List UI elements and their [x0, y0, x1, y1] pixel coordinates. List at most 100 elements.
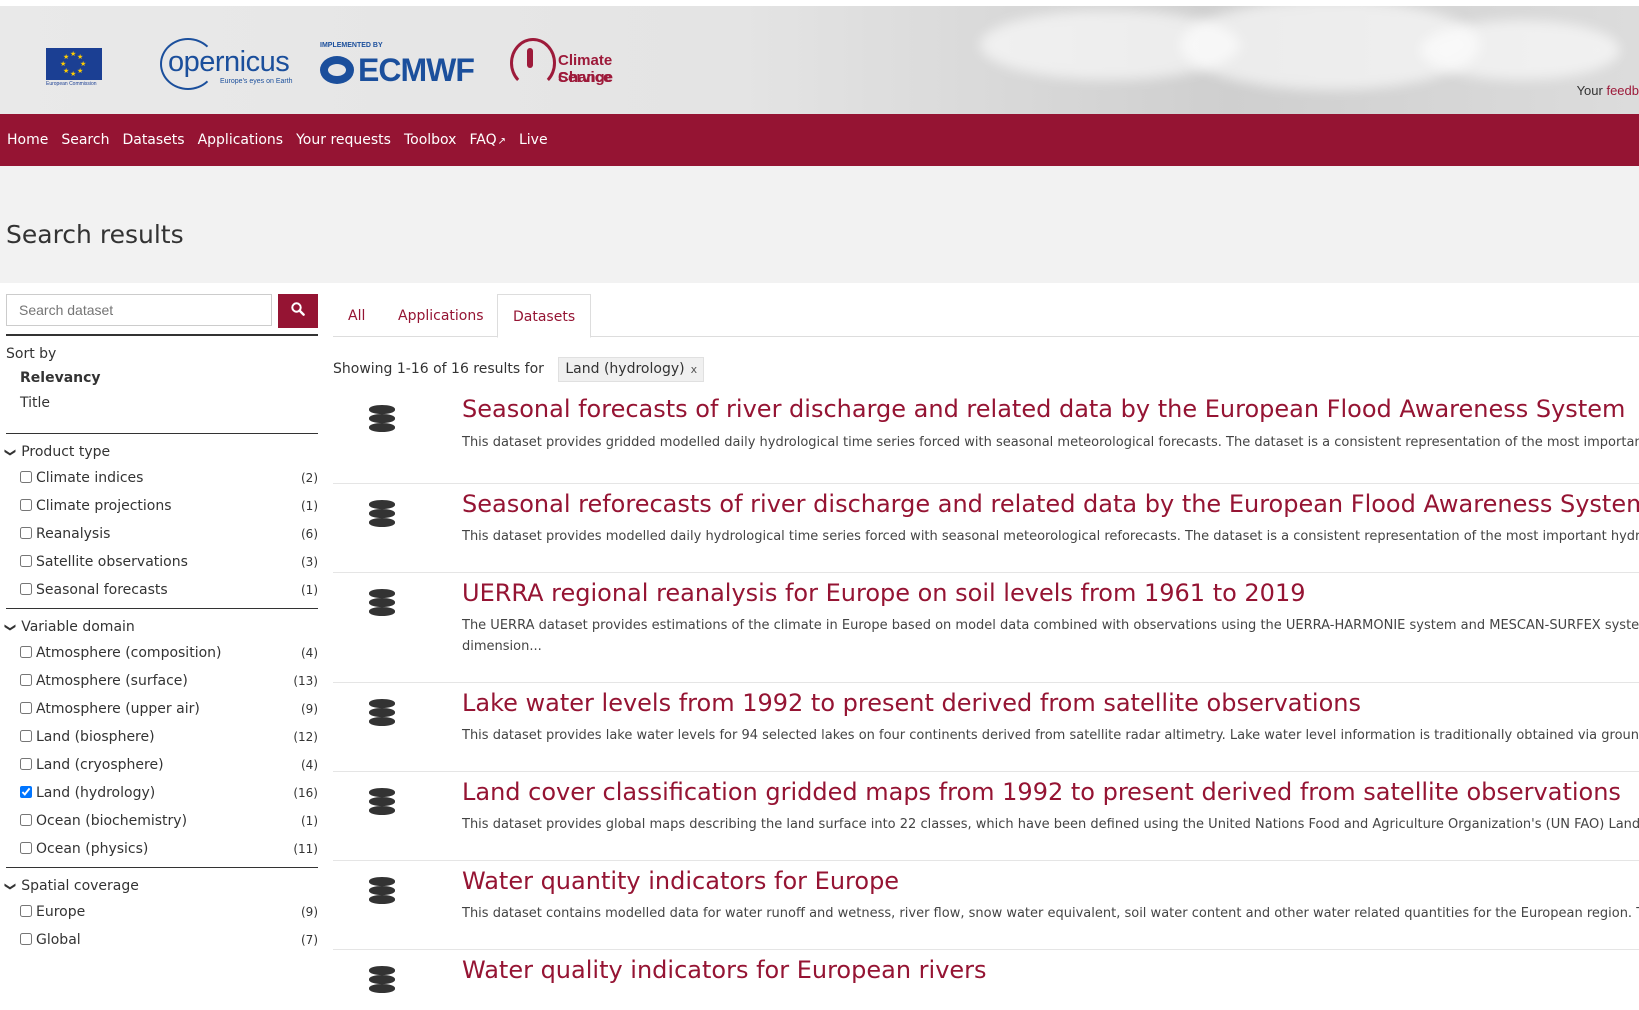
tab-all[interactable]: All	[348, 294, 365, 336]
european-commission-logo[interactable]: ★ ★ ★ ★ ★ ★ ★ ★ European Commission	[46, 48, 102, 94]
facet-label: Land (cryosphere)	[36, 757, 164, 773]
nav-live[interactable]: Live	[519, 114, 548, 168]
facet-item[interactable]: Europe (9)	[6, 902, 318, 930]
facet-label: Reanalysis	[36, 526, 111, 542]
search-icon	[291, 301, 305, 316]
facet-item[interactable]: Land (biosphere) (12)	[6, 727, 318, 755]
facet-title[interactable]: ❯ Product type	[4, 444, 318, 460]
ecmwf-logo[interactable]: IMPLEMENTED BY ECMWF	[320, 42, 490, 90]
facet-checkbox[interactable]	[20, 758, 32, 770]
dataset-search	[6, 294, 318, 328]
facet-item[interactable]: Seasonal forecasts (1)	[6, 580, 318, 608]
tab-applications[interactable]: Applications	[398, 294, 484, 336]
facet-item[interactable]: Climate indices (2)	[6, 468, 318, 496]
climate-change-service-logo[interactable]: Climate Change Service	[510, 38, 670, 90]
search-input[interactable]	[6, 294, 272, 326]
result-title[interactable]: UERRA regional reanalysis for Europe on …	[462, 579, 1306, 607]
facet-checkbox-checked[interactable]	[20, 786, 32, 798]
facet-item[interactable]: Ocean (physics) (11)	[6, 839, 318, 867]
facet-item[interactable]: Global (7)	[6, 930, 318, 958]
database-icon	[369, 966, 395, 998]
nav-home[interactable]: Home	[7, 114, 48, 168]
facet-checkbox[interactable]	[20, 583, 32, 595]
result-title[interactable]: Water quality indicators for European ri…	[462, 956, 987, 984]
facet-checkbox[interactable]	[20, 499, 32, 511]
filter-chip[interactable]: Land (hydrology) x	[558, 357, 705, 382]
result-item: Lake water levels from 1992 to present d…	[333, 683, 1639, 772]
nav-datasets[interactable]: Datasets	[122, 114, 184, 168]
ecmwf-wordmark: ECMWF	[358, 52, 475, 88]
header-banner: ★ ★ ★ ★ ★ ★ ★ ★ European Commission opernicus…	[0, 0, 1639, 114]
result-title[interactable]: Seasonal forecasts of river discharge an…	[462, 395, 1625, 423]
facet-checkbox[interactable]	[20, 905, 32, 917]
facet-count: (16)	[293, 786, 318, 800]
thermometer-icon	[527, 48, 533, 68]
facet-item-land-hydrology[interactable]: Land (hydrology) (16)	[6, 783, 318, 811]
facet-count: (9)	[301, 702, 318, 716]
facet-count: (13)	[293, 674, 318, 688]
nav-applications[interactable]: Applications	[198, 114, 284, 168]
facet-label: Seasonal forecasts	[36, 582, 168, 598]
results-list: Seasonal forecasts of river discharge an…	[333, 395, 1639, 1010]
facet-item[interactable]: Reanalysis (6)	[6, 524, 318, 552]
sort-by-label: Sort by	[6, 346, 57, 362]
result-title[interactable]: Land cover classification gridded maps f…	[462, 778, 1621, 806]
result-description: This dataset provides gridded modelled d…	[462, 435, 1639, 450]
facet-count: (3)	[301, 555, 318, 569]
facet-label: Ocean (biochemistry)	[36, 813, 188, 829]
facet-title[interactable]: ❯ Variable domain	[4, 619, 318, 635]
facet-checkbox[interactable]	[20, 842, 32, 854]
search-button[interactable]	[278, 294, 318, 328]
nav-faq[interactable]: FAQ↗	[469, 114, 506, 168]
nav-search[interactable]: Search	[61, 114, 109, 168]
result-title[interactable]: Water quantity indicators for Europe	[462, 867, 899, 895]
facet-checkbox[interactable]	[20, 674, 32, 686]
facet-count: (12)	[293, 730, 318, 744]
facet-item[interactable]: Ocean (biochemistry) (1)	[6, 811, 318, 839]
sort-relevancy[interactable]: Relevancy	[6, 370, 318, 386]
facet-spatial-coverage: ❯ Spatial coverage Europe (9) Global (7)	[4, 878, 318, 958]
facet-item[interactable]: Land (cryosphere) (4)	[6, 755, 318, 783]
divider	[6, 334, 318, 336]
facet-item[interactable]: Atmosphere (upper air) (9)	[6, 699, 318, 727]
result-title[interactable]: Lake water levels from 1992 to present d…	[462, 689, 1361, 717]
result-item: UERRA regional reanalysis for Europe on …	[333, 573, 1639, 683]
external-link-icon: ↗	[497, 136, 506, 147]
facet-item[interactable]: Satellite observations (3)	[6, 552, 318, 580]
facet-label: Climate projections	[36, 498, 172, 514]
facet-checkbox[interactable]	[20, 814, 32, 826]
facet-checkbox[interactable]	[20, 702, 32, 714]
facet-checkbox[interactable]	[20, 730, 32, 742]
facet-variable-domain: ❯ Variable domain Atmosphere (composition…	[4, 619, 318, 867]
facet-title[interactable]: ❯ Spatial coverage	[4, 878, 318, 894]
cloud-decoration	[1420, 20, 1620, 80]
facet-checkbox[interactable]	[20, 646, 32, 658]
facet-item[interactable]: Atmosphere (surface) (13)	[6, 671, 318, 699]
result-item: Seasonal reforecasts of river discharge …	[333, 484, 1639, 573]
facet-item[interactable]: Climate projections (1)	[6, 496, 318, 524]
database-icon	[369, 500, 395, 532]
copernicus-logo[interactable]: opernicus Europe's eyes on Earth	[160, 38, 300, 90]
close-icon[interactable]: x	[691, 363, 698, 376]
c3s-mark-icon	[510, 38, 556, 88]
feedback-link[interactable]: feedb	[1606, 83, 1639, 98]
database-icon	[369, 877, 395, 909]
chevron-down-icon: ❯	[4, 622, 18, 633]
database-icon	[369, 589, 395, 621]
facet-checkbox[interactable]	[20, 471, 32, 483]
feedback-text: Your feedb	[1577, 83, 1639, 98]
facet-checkbox[interactable]	[20, 527, 32, 539]
facet-count: (1)	[301, 583, 318, 597]
result-tabs: All Applications Datasets	[333, 294, 1639, 338]
facet-checkbox[interactable]	[20, 555, 32, 567]
result-title[interactable]: Seasonal reforecasts of river discharge …	[462, 490, 1639, 518]
sort-title[interactable]: Title	[6, 395, 318, 411]
facet-label: Atmosphere (composition)	[36, 645, 222, 661]
nav-your-requests[interactable]: Your requests	[296, 114, 391, 168]
ecmwf-implemented-by: IMPLEMENTED BY	[320, 42, 383, 49]
nav-toolbox[interactable]: Toolbox	[404, 114, 457, 168]
facet-checkbox[interactable]	[20, 933, 32, 945]
facet-product-type: ❯ Product type Climate indices (2) Climate…	[4, 444, 318, 608]
facet-item[interactable]: Atmosphere (composition) (4)	[6, 643, 318, 671]
tab-datasets[interactable]: Datasets	[497, 294, 592, 338]
